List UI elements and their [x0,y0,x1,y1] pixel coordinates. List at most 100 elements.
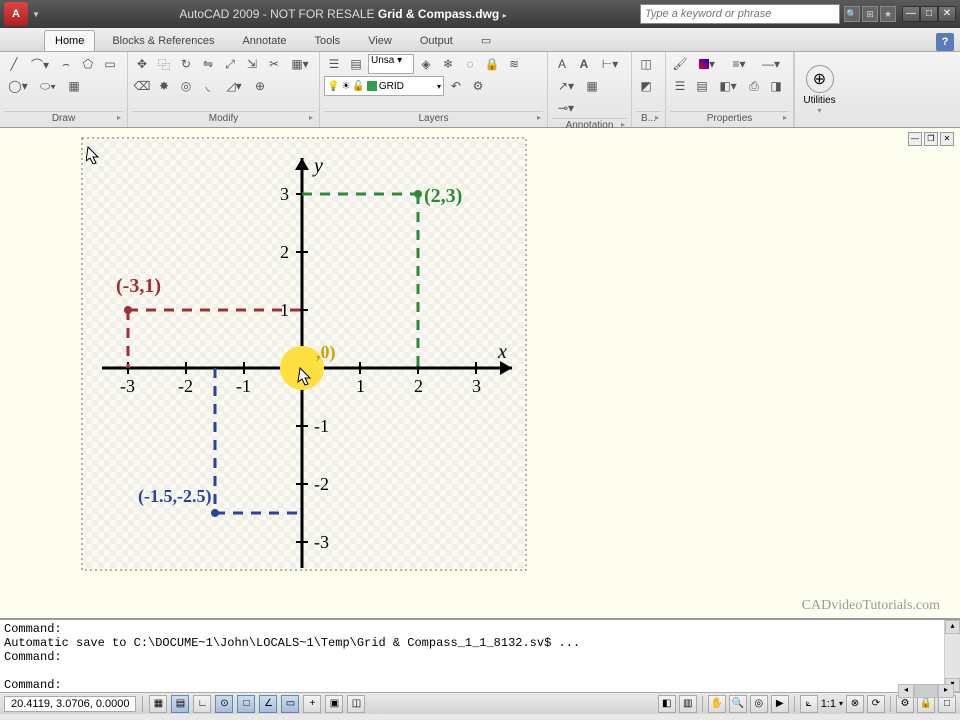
favorites-icon[interactable]: ★ [880,6,896,22]
modelspace-icon[interactable]: ◧ [658,695,676,713]
mirror-tool-icon[interactable]: ⇋ [198,54,218,74]
command-text[interactable]: Command: Automatic save to C:\DOCUME~1\J… [0,620,944,692]
line-tool-icon[interactable]: ╱ [4,54,24,74]
mtext-tool-icon[interactable]: A [574,54,594,74]
app-logo[interactable]: A [4,2,28,26]
erase-tool-icon[interactable]: ⌫ [132,76,152,96]
join-tool-icon[interactable]: ⊕ [250,76,270,96]
layer-off-icon[interactable]: ◌ [460,54,480,74]
qp-toggle[interactable]: ▣ [325,695,343,713]
leader-tool-icon[interactable]: ↗▾ [552,76,580,96]
ortho-toggle[interactable]: ∟ [193,695,211,713]
snap-toggle[interactable]: ▦ [149,695,167,713]
offset-tool-icon[interactable]: ◎ [176,76,196,96]
rectangle-tool-icon[interactable]: ▭ [100,54,120,74]
tab-home[interactable]: Home [44,30,95,51]
print-icon[interactable]: ⎙ [744,76,764,96]
layer-props-icon[interactable]: ☰ [324,54,344,74]
osnap-toggle[interactable]: □ [237,695,255,713]
mleader-tool-icon[interactable]: ⊸▾ [552,98,580,118]
steering-icon[interactable]: ◎ [750,695,768,713]
tab-extra-icon[interactable]: ▭ [470,29,502,51]
fillet-tool-icon[interactable]: ◟ [198,76,218,96]
layer-match-icon[interactable]: ≋ [504,54,524,74]
close-button[interactable]: ✕ [938,6,956,22]
annoauto-icon[interactable]: ⟳ [867,695,885,713]
layer-states-icon[interactable]: ▤ [346,54,366,74]
list-icon[interactable]: ☰ [670,76,690,96]
doc-close-button[interactable]: ✕ [940,132,954,146]
tab-tools[interactable]: Tools [304,30,352,51]
array-tool-icon[interactable]: ▦▾ [286,54,314,74]
layout-nav-icon[interactable]: ▥ [679,695,697,713]
match-props-icon[interactable]: 🖌 [670,54,690,74]
color-dropdown-icon[interactable]: ▾ [692,54,722,74]
layer-iso-icon[interactable]: ◈ [416,54,436,74]
tab-annotate[interactable]: Annotate [231,30,297,51]
annovis-icon[interactable]: ⊗ [846,695,864,713]
text-tool-icon[interactable]: A [552,54,572,74]
grid-toggle[interactable]: ▤ [171,695,189,713]
scroll-thumb[interactable] [914,684,938,698]
props-palette-icon[interactable]: ▤ [692,76,712,96]
panel-title-modify[interactable]: Modify [132,111,315,125]
polygon-tool-icon[interactable]: ⬠ [78,54,98,74]
comm-center-icon[interactable]: ⊞ [862,6,878,22]
panel-title-utilities[interactable]: Utilities [803,95,835,106]
lwt-toggle[interactable]: + [303,695,321,713]
linetype-dropdown[interactable]: Unsa ▾ [368,54,414,74]
model-toggle[interactable]: ◫ [347,695,365,713]
scrollbar-vertical[interactable]: ▴ ▾ [944,620,960,692]
layer-dropdown[interactable]: 💡 ☀ 🔓 GRID ▾ [324,76,444,96]
scroll-left-icon[interactable]: ◂ [898,684,914,698]
panel-title-block[interactable]: B... [636,111,661,125]
polar-toggle[interactable]: ⊙ [215,695,233,713]
coordinates-display[interactable]: 20.4119, 3.0706, 0.0000 [4,696,136,712]
doc-minimize-button[interactable]: — [908,132,922,146]
dyn-toggle[interactable]: ▭ [281,695,299,713]
qat-dropdown-icon[interactable]: ▼ [32,10,40,19]
plotstyle-icon[interactable]: ◧▾ [714,76,742,96]
byblock-icon[interactable]: ◨ [766,76,786,96]
insert-block-icon[interactable]: ◫ [636,54,656,74]
chamfer-tool-icon[interactable]: ◿▾ [220,76,248,96]
chevron-down-icon[interactable]: ▾ [817,106,821,115]
pan-icon[interactable]: ✋ [708,695,726,713]
hatch-tool-icon[interactable]: ▦ [64,76,84,96]
doc-restore-button[interactable]: ❐ [924,132,938,146]
scale-tool-icon[interactable]: ⤢ [220,54,240,74]
arc-tool-icon[interactable]: ⌢ [56,54,76,74]
layer-lock-icon[interactable]: 🔒 [482,54,502,74]
help-search-input[interactable] [640,4,840,24]
scroll-track[interactable] [945,634,960,678]
create-block-icon[interactable]: ◩ [636,76,656,96]
tab-output[interactable]: Output [409,30,464,51]
scrollbar-horizontal[interactable]: ◂ ▸ [898,684,954,698]
tab-view[interactable]: View [357,30,403,51]
ellipse-tool-icon[interactable]: ⬭▾ [34,76,62,96]
panel-title-layers[interactable]: Layers [324,111,543,125]
stretch-tool-icon[interactable]: ⇲ [242,54,262,74]
dimension-tool-icon[interactable]: ⊢▾ [596,54,624,74]
linetype-dropdown-icon[interactable]: —▾ [756,54,786,74]
panel-title-draw[interactable]: Draw [4,111,123,125]
trim-tool-icon[interactable]: ✂ [264,54,284,74]
measure-tool-icon[interactable]: ⊕ [806,65,834,93]
copy-tool-icon[interactable]: ⿻ [154,54,174,74]
annoscale-icon[interactable]: ⟀ [800,695,818,713]
explode-tool-icon[interactable]: ✸ [154,76,174,96]
rotate-tool-icon[interactable]: ↻ [176,54,196,74]
tab-blocks[interactable]: Blocks & References [101,30,225,51]
scale-display[interactable]: 1:1 [821,698,836,710]
otrack-toggle[interactable]: ∠ [259,695,277,713]
drawing-canvas[interactable]: — ❐ ✕ x y [0,128,960,618]
panel-title-properties[interactable]: Properties [670,111,789,125]
search-icon[interactable]: 🔍 [844,6,860,22]
help-icon[interactable]: ? [936,33,954,51]
table-tool-icon[interactable]: ▦ [582,76,602,96]
move-tool-icon[interactable]: ✥ [132,54,152,74]
layer-freeze-icon[interactable]: ❄ [438,54,458,74]
layer-prev-icon[interactable]: ↶ [446,76,466,96]
showmotion-icon[interactable]: ▶ [771,695,789,713]
scroll-up-icon[interactable]: ▴ [945,620,960,634]
